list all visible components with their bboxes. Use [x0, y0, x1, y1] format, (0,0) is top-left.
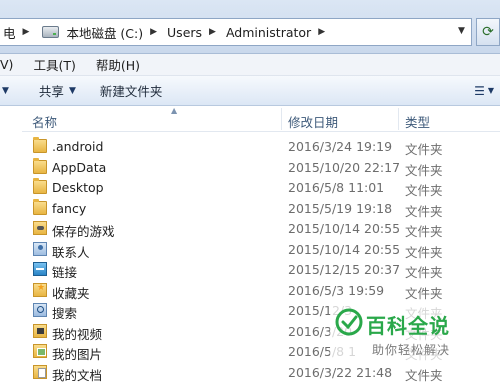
- breadcrumb-computer[interactable]: 电 ▶: [0, 19, 36, 45]
- chevron-down-icon[interactable]: ▼: [2, 86, 9, 96]
- folder-icon: [33, 198, 47, 215]
- videos-icon: [33, 323, 47, 338]
- watermark: 百科全说 助你轻松解决: [330, 305, 480, 367]
- drive-icon: [42, 26, 60, 38]
- list-item[interactable]: .android 2016/3/24 19:19 文件夹: [0, 136, 500, 157]
- breadcrumb-separator-icon[interactable]: ▶: [19, 27, 37, 37]
- breadcrumb-users[interactable]: Users ▶: [164, 19, 223, 45]
- saved-games-icon: [33, 221, 47, 235]
- address-history-dropdown-icon[interactable]: ▼: [458, 26, 465, 36]
- watermark-title: 百科全说: [366, 314, 450, 338]
- watermark-subtitle: 助你轻松解决: [372, 343, 451, 357]
- list-item[interactable]: 收藏夹 2016/5/3 19:59 文件夹: [0, 280, 500, 301]
- column-divider[interactable]: [398, 108, 399, 130]
- breadcrumb-local-disk[interactable]: 本地磁盘 (C:) ▶: [36, 19, 164, 45]
- address-bar-strip: 电 ▶ 本地磁盘 (C:) ▶ Users ▶ Administrator ▶ …: [0, 0, 500, 54]
- links-icon: [33, 262, 47, 276]
- menu-tools[interactable]: 工具(T): [23, 55, 85, 74]
- column-header-modified[interactable]: 修改日期: [288, 112, 338, 131]
- searches-icon: [33, 303, 47, 317]
- refresh-icon: ⟳: [482, 24, 494, 40]
- breadcrumb-separator-icon[interactable]: ▶: [314, 27, 332, 37]
- watermark-logo-icon: [335, 308, 363, 336]
- breadcrumb-separator-icon[interactable]: ▶: [146, 27, 164, 37]
- list-item[interactable]: AppData 2015/10/20 22:17 文件夹: [0, 157, 500, 178]
- column-header-name[interactable]: 名称: [32, 112, 57, 131]
- folder-icon: [33, 137, 47, 153]
- share-button[interactable]: 共享 ▼: [9, 81, 88, 100]
- menu-view[interactable]: V): [0, 57, 23, 72]
- list-item[interactable]: 链接 2015/12/15 20:37 文件夹: [0, 259, 500, 280]
- chevron-down-icon: ▼: [487, 86, 494, 95]
- column-headers: ▲ 名称 修改日期 类型: [22, 106, 500, 132]
- list-item[interactable]: fancy 2015/5/19 19:18 文件夹: [0, 198, 500, 219]
- menu-bar: V) 工具(T) 帮助(H): [0, 54, 500, 76]
- list-item[interactable]: Desktop 2016/5/8 11:01 文件夹: [0, 177, 500, 198]
- new-folder-button[interactable]: 新建文件夹: [88, 81, 175, 100]
- list-item[interactable]: 联系人 2015/10/14 20:55 文件夹: [0, 239, 500, 260]
- contacts-icon: [33, 241, 47, 256]
- menu-help[interactable]: 帮助(H): [86, 55, 150, 74]
- folder-icon: [33, 157, 47, 174]
- command-bar: ▼ 共享 ▼ 新建文件夹 ☰ ▼: [0, 76, 500, 106]
- column-header-type[interactable]: 类型: [405, 112, 430, 131]
- chevron-down-icon: ▼: [68, 85, 76, 96]
- folder-icon: [33, 178, 47, 194]
- sort-ascending-icon: ▲: [171, 106, 178, 115]
- breadcrumb-administrator[interactable]: Administrator ▶: [223, 19, 332, 45]
- view-options-icon: ☰: [474, 83, 485, 98]
- breadcrumb-separator-icon[interactable]: ▶: [205, 27, 223, 37]
- favorites-icon: [33, 282, 47, 297]
- column-divider[interactable]: [281, 108, 282, 130]
- refresh-button[interactable]: ⟳: [476, 18, 500, 46]
- change-view-button[interactable]: ☰ ▼: [474, 84, 494, 98]
- documents-icon: [33, 364, 47, 379]
- address-bar[interactable]: 电 ▶ 本地磁盘 (C:) ▶ Users ▶ Administrator ▶: [0, 18, 472, 46]
- list-item[interactable]: 保存的游戏 2015/10/14 20:55 文件夹: [0, 218, 500, 239]
- pictures-icon: [33, 344, 47, 358]
